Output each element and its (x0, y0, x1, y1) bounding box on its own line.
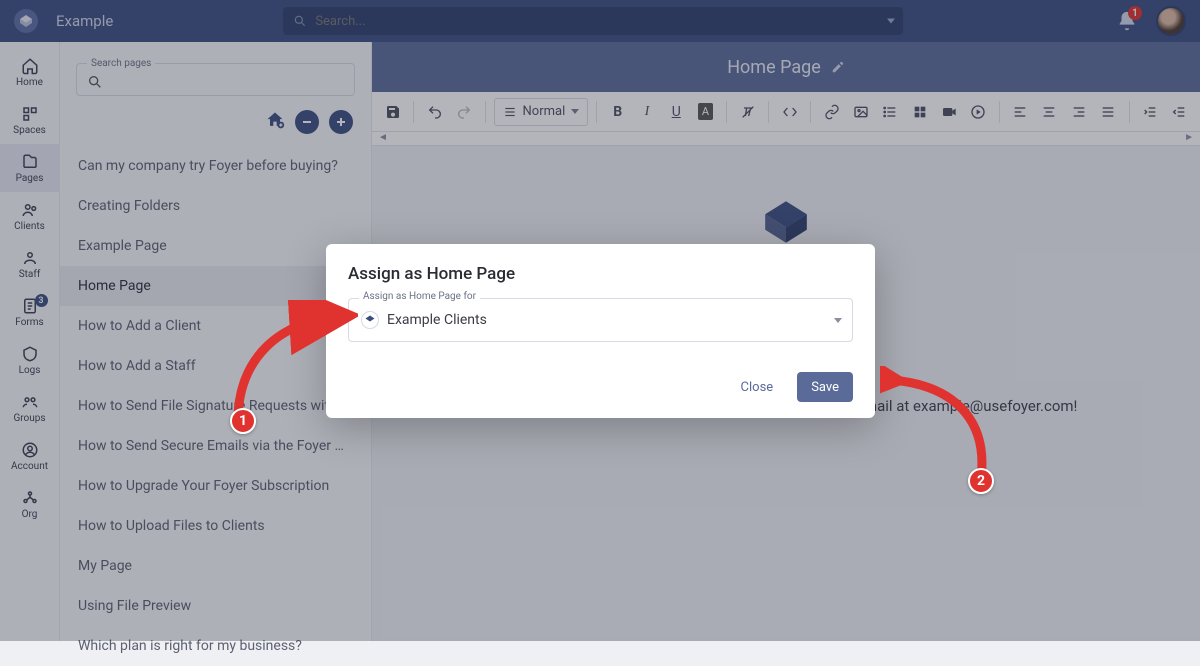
modal-title: Assign as Home Page (348, 264, 853, 284)
save-button[interactable]: Save (797, 372, 853, 402)
chevron-down-icon[interactable] (834, 318, 842, 323)
assign-target-dropdown[interactable]: Assign as Home Page for Example Clients (348, 298, 853, 342)
annotation-badge-2: 2 (968, 468, 994, 494)
close-button[interactable]: Close (727, 372, 788, 402)
org-chip-icon (361, 311, 379, 329)
assign-home-modal: Assign as Home Page Assign as Home Page … (326, 244, 875, 418)
field-label: Assign as Home Page for (359, 291, 480, 302)
field-value: Example Clients (387, 312, 487, 328)
annotation-badge-1: 1 (230, 408, 256, 434)
